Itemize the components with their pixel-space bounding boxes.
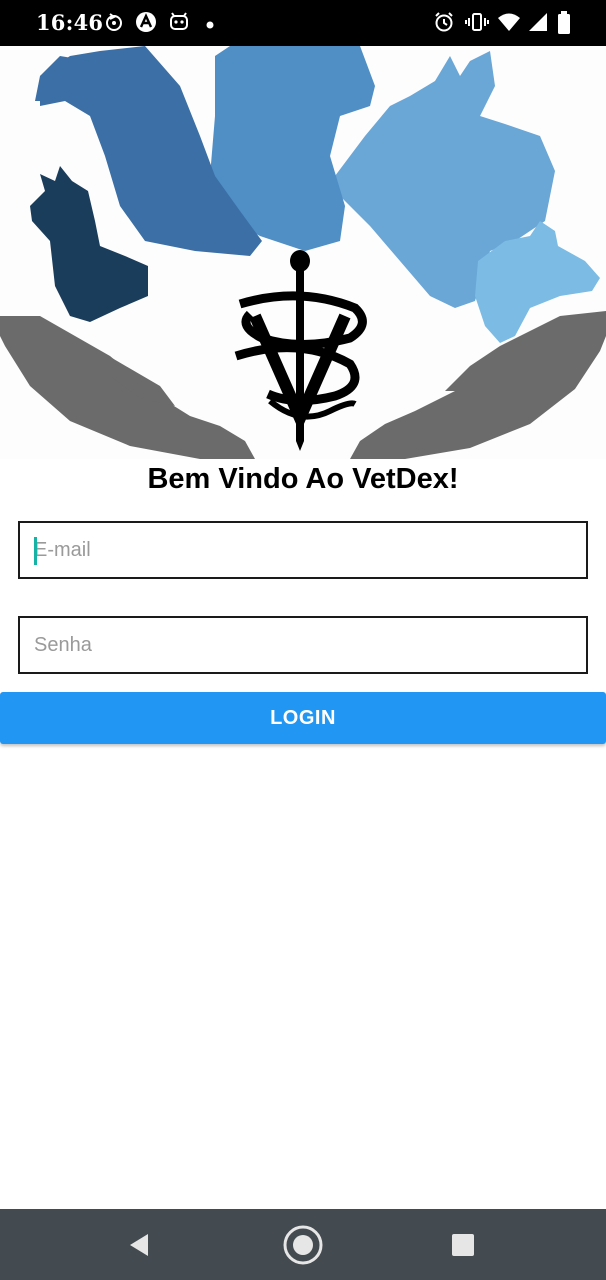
alarm-icon: [433, 11, 455, 38]
home-icon: [283, 1225, 323, 1264]
email-field[interactable]: [18, 521, 588, 579]
welcome-title: Bem Vindo Ao VetDex!: [147, 463, 459, 495]
navigation-bar: [0, 1209, 606, 1280]
android-app-icon: [135, 11, 157, 38]
wifi-icon: [497, 11, 521, 38]
signal-icon: [527, 11, 549, 38]
status-bar: 16:46: [0, 0, 606, 46]
password-input[interactable]: [20, 618, 586, 672]
password-field[interactable]: [18, 616, 588, 674]
login-button[interactable]: LOGIN: [0, 692, 606, 744]
dot-icon: [205, 17, 215, 35]
recents-icon: [452, 1233, 474, 1256]
text-cursor: [34, 537, 37, 565]
recents-button[interactable]: [423, 1209, 503, 1280]
robot-icon: [168, 11, 190, 38]
back-icon: [130, 1233, 148, 1256]
status-time: 16:46: [36, 10, 104, 35]
back-button[interactable]: [100, 1209, 180, 1280]
vibrate-icon: [465, 11, 489, 38]
home-button[interactable]: [263, 1209, 343, 1280]
battery-icon: [557, 11, 571, 40]
sync-icon: [103, 11, 125, 38]
email-input[interactable]: [20, 523, 586, 577]
vet-logo-illustration: [0, 46, 606, 459]
